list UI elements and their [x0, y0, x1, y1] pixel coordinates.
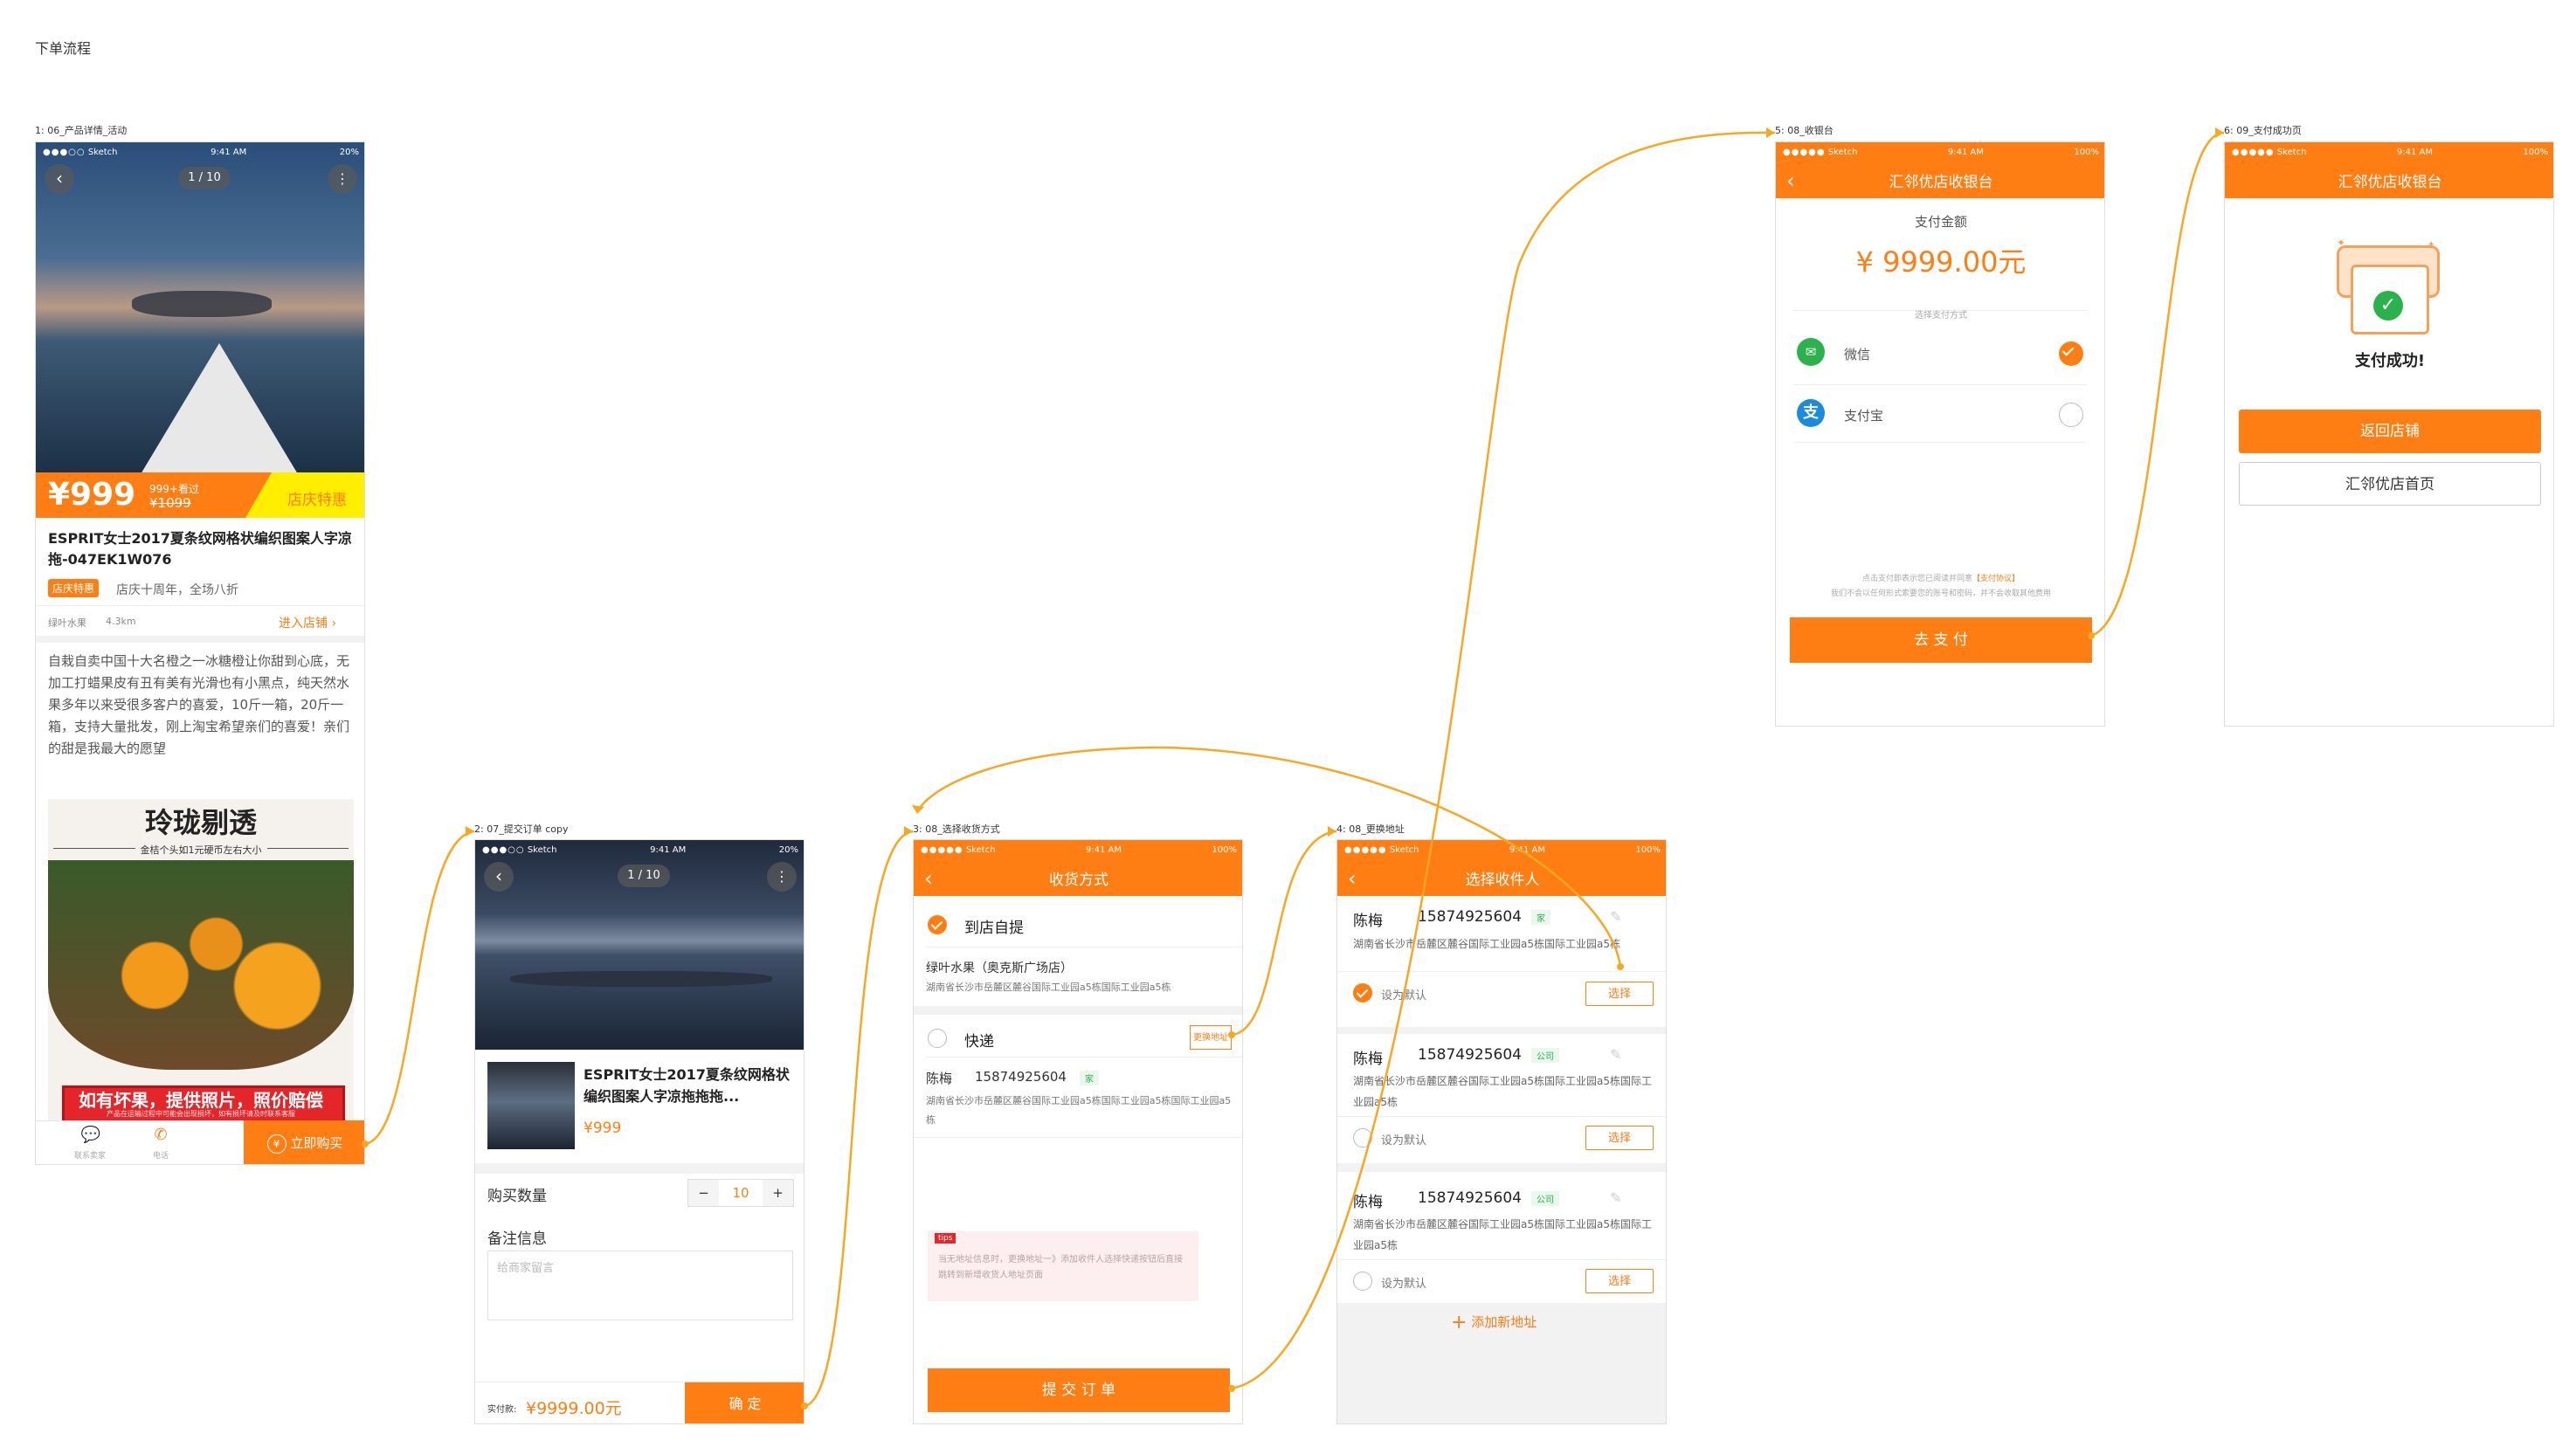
- flow-arrow-back: [915, 746, 1622, 968]
- flow-arrow-5: [2090, 131, 2225, 637]
- flow-arrow-1: [364, 830, 475, 1146]
- flow-connectors: [362, 127, 2225, 1409]
- flow-arrow-2: [804, 830, 914, 1408]
- flow-arrow-3: [1231, 830, 1337, 1037]
- flow-arrow-4: [1231, 131, 1776, 1390]
